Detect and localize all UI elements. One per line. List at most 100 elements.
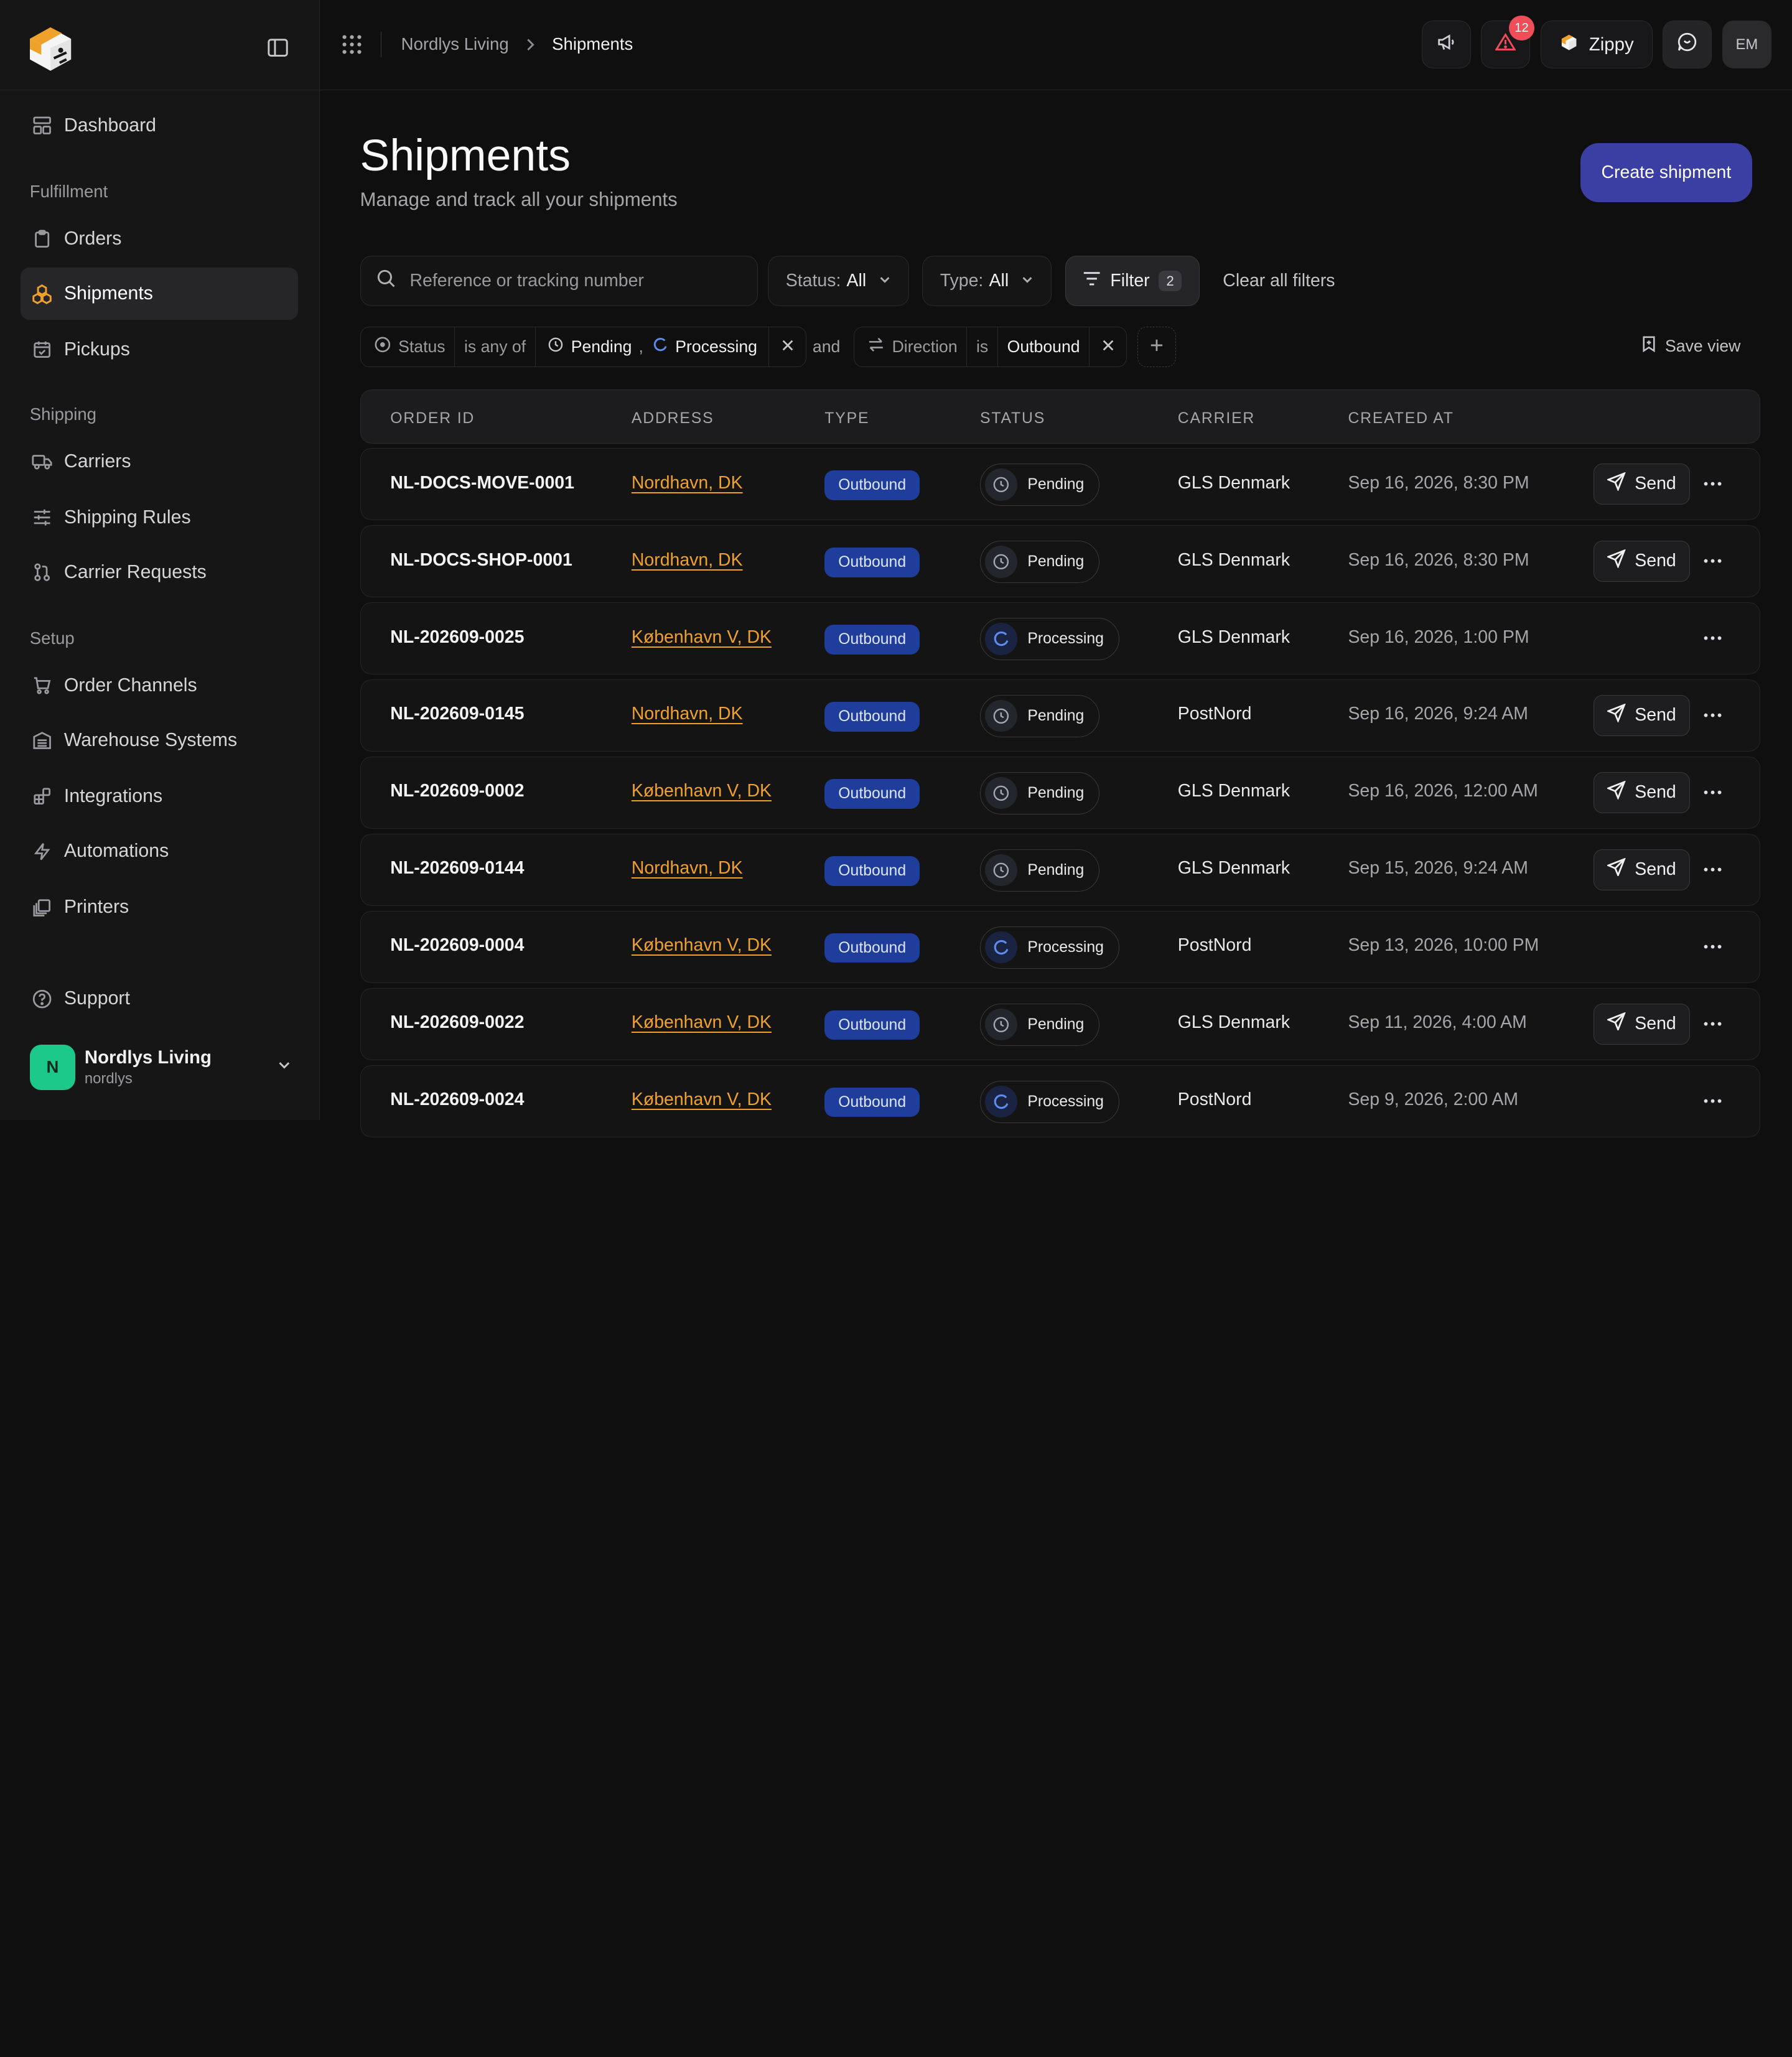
table-row[interactable]: NL-202609-0024 København V, DK Outbound Pro… (360, 1065, 1760, 1137)
col-carrier[interactable]: CARRIER (1178, 410, 1255, 427)
order-id[interactable]: NL-202609-0025 (390, 627, 524, 648)
filter-label: Filter (1110, 271, 1150, 291)
chip-field[interactable]: Direction (854, 327, 968, 366)
col-status[interactable]: STATUS (980, 410, 1045, 427)
table-row[interactable]: NL-DOCS-SHOP-0001 Nordhavn, DK Outbound Pen… (360, 525, 1760, 597)
order-id[interactable]: NL-202609-0004 (390, 935, 524, 956)
status-label: Pending (1027, 1015, 1085, 1033)
send-button[interactable]: Send (1594, 849, 1690, 890)
more-options-icon[interactable] (1702, 859, 1723, 880)
status-label: Pending (1027, 784, 1085, 801)
page-subtitle: Manage and track all your shipments (360, 189, 678, 211)
more-options-icon[interactable] (1702, 473, 1723, 494)
filter-lines-icon (1083, 271, 1101, 292)
chip-operator[interactable]: is any of (455, 327, 536, 366)
created-at: Sep 16, 2026, 9:24 AM (1348, 704, 1528, 724)
table-row[interactable]: NL-202609-0144 Nordhavn, DK Outbound Pendin… (360, 833, 1760, 906)
address-link[interactable]: København V, DK (632, 781, 772, 801)
order-id[interactable]: NL-202609-0002 (390, 781, 524, 801)
user-avatar[interactable]: EM (1722, 21, 1771, 69)
order-id[interactable]: NL-DOCS-SHOP-0001 (390, 550, 572, 571)
table-row[interactable]: NL-202609-0022 København V, DK Outbound Pen… (360, 987, 1760, 1060)
send-button[interactable]: Send (1594, 772, 1690, 813)
search-input[interactable] (409, 271, 730, 292)
table-row[interactable]: NL-202609-0002 København V, DK Outbound Pen… (360, 756, 1760, 829)
chat-bubble-icon (1677, 32, 1697, 57)
carrier-name: GLS Denmark (1177, 858, 1290, 879)
col-order-id[interactable]: ORDER ID (390, 410, 475, 427)
carrier-name: PostNord (1177, 1089, 1252, 1110)
alerts-button[interactable]: 12 (1481, 15, 1534, 69)
save-view-button[interactable]: Save view (1642, 336, 1740, 357)
send-button[interactable]: Send (1594, 540, 1690, 582)
order-id[interactable]: NL-DOCS-MOVE-0001 (390, 473, 574, 493)
chip-operator[interactable]: is (967, 327, 998, 366)
table-row[interactable]: NL-DOCS-MOVE-0001 Nordhavn, DK Outbound Pen… (360, 447, 1760, 520)
topbar: Nordlys Living Shipments 12 Zippy EM (0, 0, 1792, 91)
order-id[interactable]: NL-202609-0145 (390, 704, 524, 724)
status-badge: Processing (980, 617, 1119, 660)
clock-icon (985, 546, 1017, 578)
type-filter-dropdown[interactable]: Type: All (922, 256, 1052, 307)
type-filter-label: Type: (940, 271, 984, 291)
address-link[interactable]: København V, DK (632, 935, 772, 956)
create-shipment-button[interactable]: Create shipment (1580, 142, 1752, 203)
chip-value-outbound[interactable]: Outbound (998, 327, 1090, 366)
apps-grid-icon[interactable] (342, 34, 362, 60)
more-options-icon[interactable] (1702, 705, 1723, 725)
paper-plane-icon (1606, 780, 1626, 804)
chip-field-label: Direction (892, 337, 958, 356)
status-badge: Pending (980, 1003, 1100, 1046)
type-badge: Outbound (824, 1087, 920, 1117)
more-options-icon[interactable] (1702, 1014, 1723, 1034)
status-badge: Processing (980, 1080, 1119, 1123)
address-link[interactable]: Nordhavn, DK (632, 550, 743, 571)
col-created-at[interactable]: CREATED AT (1348, 410, 1454, 427)
close-icon (781, 337, 795, 357)
col-address[interactable]: ADDRESS (632, 410, 714, 427)
clear-filters-link[interactable]: Clear all filters (1223, 271, 1335, 291)
more-options-icon[interactable] (1702, 628, 1723, 648)
order-id[interactable]: NL-202609-0024 (390, 1089, 524, 1110)
brand-switcher-button[interactable]: Zippy (1540, 21, 1653, 69)
status-filter-dropdown[interactable]: Status: All (768, 256, 910, 307)
more-options-icon[interactable] (1702, 782, 1723, 803)
status-label: Processing (1027, 1093, 1104, 1110)
send-button[interactable]: Send (1594, 1003, 1690, 1045)
clock-icon (985, 1008, 1017, 1041)
table-row[interactable]: NL-202609-0004 København V, DK Outbound Pro… (360, 910, 1760, 983)
more-options-icon[interactable] (1702, 551, 1723, 571)
box-logo-icon (1559, 32, 1579, 57)
more-options-icon[interactable] (1702, 1091, 1723, 1111)
send-button[interactable]: Send (1594, 463, 1690, 505)
address-link[interactable]: Nordhavn, DK (632, 704, 743, 724)
table-row[interactable]: NL-202609-0025 København V, DK Outbound Pro… (360, 602, 1760, 674)
address-link[interactable]: København V, DK (632, 627, 772, 648)
col-type[interactable]: TYPE (824, 410, 869, 427)
remove-chip-button[interactable] (769, 327, 806, 366)
address-link[interactable]: København V, DK (632, 1012, 772, 1033)
chat-button[interactable] (1663, 21, 1712, 69)
remove-chip-button[interactable] (1090, 327, 1126, 366)
arrows-swap-icon (868, 337, 884, 357)
type-badge: Outbound (824, 778, 920, 809)
add-filter-button[interactable] (1137, 327, 1176, 367)
status-label: Pending (1027, 553, 1085, 570)
carrier-name: GLS Denmark (1177, 1012, 1290, 1033)
send-button[interactable]: Send (1594, 694, 1690, 736)
order-id[interactable]: NL-202609-0022 (390, 1012, 524, 1033)
type-badge: Outbound (824, 470, 920, 500)
breadcrumb-org[interactable]: Nordlys Living (401, 34, 509, 54)
order-id[interactable]: NL-202609-0144 (390, 858, 524, 879)
address-link[interactable]: Nordhavn, DK (632, 858, 743, 879)
chip-field[interactable]: Status (361, 327, 455, 366)
chip-values[interactable]: Pending , Processing (536, 327, 770, 366)
send-label: Send (1635, 1014, 1676, 1034)
table-row[interactable]: NL-202609-0145 Nordhavn, DK Outbound Pendin… (360, 679, 1760, 752)
filter-button[interactable]: Filter 2 (1065, 256, 1200, 307)
address-link[interactable]: Nordhavn, DK (632, 473, 743, 493)
more-options-icon[interactable] (1702, 936, 1723, 957)
status-badge: Pending (980, 694, 1100, 737)
announcements-button[interactable] (1421, 21, 1471, 69)
address-link[interactable]: København V, DK (632, 1089, 772, 1110)
